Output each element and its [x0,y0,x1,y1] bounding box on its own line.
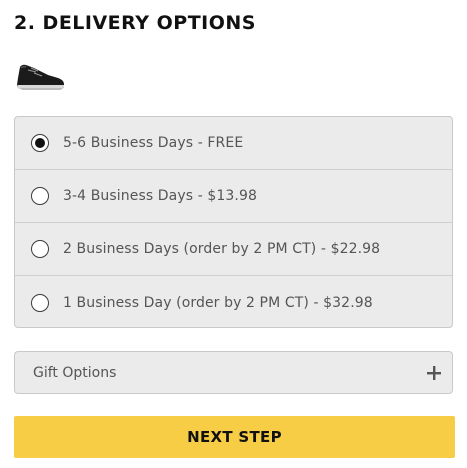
radio-dot-icon [35,138,45,148]
radio-button-selected[interactable] [31,134,49,152]
delivery-option[interactable]: 5-6 Business Days - FREE [15,117,452,170]
gift-options-label: Gift Options [33,364,117,381]
radio-button[interactable] [31,293,49,312]
radio-button[interactable] [31,187,49,205]
delivery-option[interactable]: 2 Business Days (order by 2 PM CT) - $22… [15,223,452,276]
radio-button[interactable] [31,240,49,258]
delivery-option-label: 3-4 Business Days - $13.98 [63,188,257,204]
delivery-option-label: 2 Business Days (order by 2 PM CT) - $22… [63,241,381,257]
delivery-options-page: 2. DELIVERY OPTIONS 5-6 Business Days - … [0,0,467,468]
delivery-options-list: 5-6 Business Days - FREE 3-4 Business Da… [14,116,453,328]
next-step-button[interactable]: NEXT STEP [14,416,455,458]
delivery-option-label: 1 Business Day (order by 2 PM CT) - $32.… [63,294,373,311]
plus-icon[interactable] [426,365,442,381]
gift-options-toggle[interactable]: Gift Options [14,351,453,394]
delivery-option-label: 5-6 Business Days - FREE [63,135,244,151]
delivery-option[interactable]: 1 Business Day (order by 2 PM CT) - $32.… [15,276,452,327]
sneaker-thumbnail-icon [17,64,64,90]
delivery-option[interactable]: 3-4 Business Days - $13.98 [15,170,452,223]
section-title: 2. DELIVERY OPTIONS [14,12,256,34]
